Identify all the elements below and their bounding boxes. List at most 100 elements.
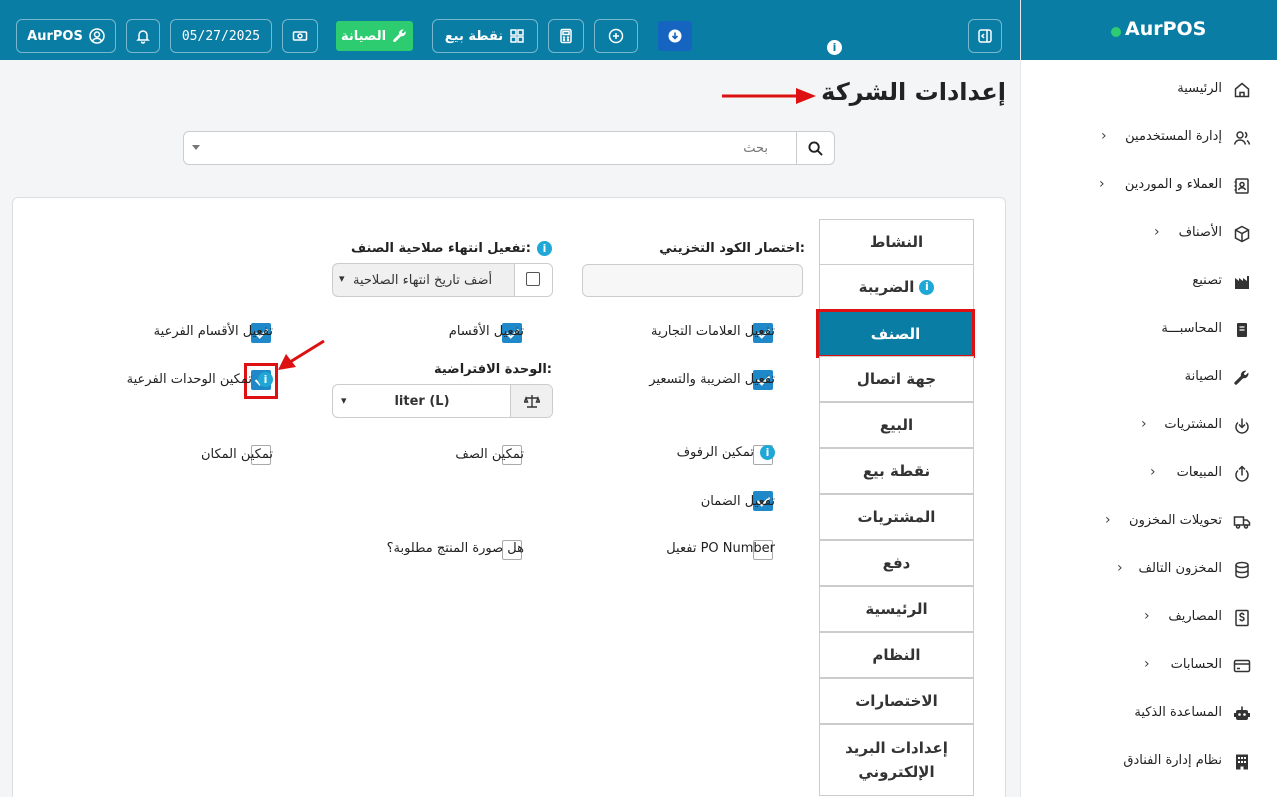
sku-prefix-input[interactable] [582,264,803,297]
sidebar-item-contacts[interactable]: العملاء و الموردين › [1021,171,1277,201]
sidebar-item-home[interactable]: الرئيسية [1021,75,1277,105]
sidebar-item-expenses[interactable]: المصاريف › [1021,603,1277,633]
tab-label: الصنف [870,324,921,343]
info-icon[interactable]: i [827,40,842,55]
position-label: تمكين المكان [200,447,273,462]
calculator-icon [560,28,572,44]
truck-icon [1233,516,1251,529]
tab-system[interactable]: النظام [819,632,974,678]
settings-search [183,131,835,165]
tab-contact[interactable]: جهة اتصال [819,356,974,402]
bell-icon [136,30,150,44]
add-button[interactable] [594,19,638,53]
annotation-arrow-icon [278,339,325,370]
info-icon[interactable]: i [760,445,775,460]
calculator-button[interactable] [548,19,584,53]
sidebar-item-manufacturing[interactable]: تصنيع [1021,267,1277,297]
sidebar-item-stock-transfers[interactable]: تحويلات المخزون › [1021,507,1277,537]
price-tax-label: تفعيل الضريبة والتسعير [649,372,775,387]
sku-prefix-label: اختصار الكود التخزيني: [659,241,805,256]
sidebar-item-sales[interactable]: المبيعات › [1021,459,1277,489]
tab-pos[interactable]: نقطة بيع [819,448,974,494]
pos-button[interactable]: نقطة بيع [432,19,538,53]
tab-label: الرئيسية [865,600,928,618]
expiry-checkbox[interactable] [526,272,540,286]
tab-email-settings[interactable]: إعدادات البريد الإلكتروني [819,724,974,796]
chevron-down-icon: ▾ [341,394,347,407]
brand-name: AurPOS [1125,18,1207,40]
chevron-icon: › [1101,128,1107,144]
download-button[interactable] [658,21,692,51]
expiry-label-row: تفعيل انتهاء صلاحية الصنف: i [351,241,552,256]
subcategories-label: تفعيل الأقسام الفرعية [153,324,273,339]
brand-header[interactable]: AurPOS [1021,0,1277,60]
search-input[interactable] [204,132,794,164]
settings-card: النشاط الضريبة i الصنف جهة اتصال البيع نق… [12,197,1006,797]
grid-icon [510,29,524,43]
tab-tax[interactable]: الضريبة i [819,264,974,310]
unit-addon [510,385,552,417]
sidebar-item-label: إدارة المستخدمين [1125,129,1222,144]
tab-label: النشاط [869,233,924,251]
hotel-icon [1236,754,1248,770]
chevron-icon: › [1117,560,1123,576]
sidebar-item-label: المساعدة الذكية [1134,705,1222,720]
tab-label: الضريبة [858,278,915,296]
expiry-label: تفعيل انتهاء صلاحية الصنف: [351,241,531,256]
tab-label: النظام [872,646,921,664]
info-icon[interactable]: i [258,372,273,387]
expiry-select[interactable]: أضف تاريخ انتهاء الصلاحية [333,264,515,296]
collapse-sidebar-button[interactable] [968,19,1002,53]
tab-purchases[interactable]: المشتريات [819,494,974,540]
caret-down-icon[interactable] [192,145,200,150]
sidebar-item-damaged-stock[interactable]: المخزون التالف › [1021,555,1277,585]
notifications-button[interactable] [126,19,160,53]
cash-icon [292,31,308,41]
expiry-group: أضف تاريخ انتهاء الصلاحية ▾ [332,263,553,297]
default-unit-select[interactable]: liter (L) [333,385,511,417]
user-menu-button[interactable]: AurPOS [16,19,116,53]
racks-label: تمكين الرفوف [676,445,754,460]
maintenance-button[interactable]: الصيانة [336,21,413,51]
upload-icon [1235,465,1249,482]
tab-label: إعدادات البريد الإلكتروني [845,739,948,781]
tab-payment[interactable]: دفع [819,540,974,586]
sidebar-item-accounting[interactable]: المحاسبـــة [1021,315,1277,345]
info-icon[interactable]: i [919,279,935,295]
info-icon[interactable]: i [537,241,552,256]
top-bar: AurPOS 05/27/2025 الصيانة نقطة بيع i [0,0,1020,60]
sidebar-item-accounts[interactable]: الحسابات › [1021,651,1277,681]
chevron-icon: › [1105,512,1111,528]
sidebar-item-label: نظام إدارة الفنادق [1123,753,1222,768]
sidebar-item-maintenance[interactable]: الصيانة [1021,363,1277,393]
search-button[interactable] [796,132,834,164]
cash-register-button[interactable] [282,19,318,53]
tab-label: الاختصارات [855,692,938,710]
tab-business[interactable]: النشاط [819,219,974,265]
sidebar-item-purchases[interactable]: المشتريات › [1021,411,1277,441]
sidebar-item-ai-assistant[interactable]: المساعدة الذكية [1021,699,1277,729]
sidebar-item-hotel[interactable]: نظام إدارة الفنادق [1021,747,1277,777]
card-icon [1233,659,1251,673]
sidebar-item-label: تصنيع [1192,273,1222,288]
brands-label: تفعيل العلامات التجارية [651,324,775,339]
expiry-select-value: أضف تاريخ انتهاء الصلاحية [353,272,493,288]
sidebar-item-users[interactable]: إدارة المستخدمين › [1021,123,1277,153]
date-display[interactable]: 05/27/2025 [170,19,272,53]
chevron-icon: › [1154,224,1160,240]
search-icon [808,140,823,156]
chevron-icon: › [1144,608,1150,624]
tab-dashboard[interactable]: الرئيسية [819,586,974,632]
sidebar-item-products[interactable]: الأصناف › [1021,219,1277,249]
ledger-icon [1237,323,1247,337]
database-icon [1235,561,1249,579]
tab-shortcuts[interactable]: الاختصارات [819,678,974,724]
sidebar-item-label: المصاريف [1168,609,1222,624]
chevron-icon: › [1150,464,1156,480]
tab-product[interactable]: الصنف [816,309,975,358]
sidebar-item-label: الأصناف [1178,225,1222,240]
sidebar-item-label: العملاء و الموردين [1124,177,1222,192]
user-circle-icon [89,28,105,44]
tab-sale[interactable]: البيع [819,402,974,448]
categories-label: تفعيل الأقسام [448,324,524,339]
